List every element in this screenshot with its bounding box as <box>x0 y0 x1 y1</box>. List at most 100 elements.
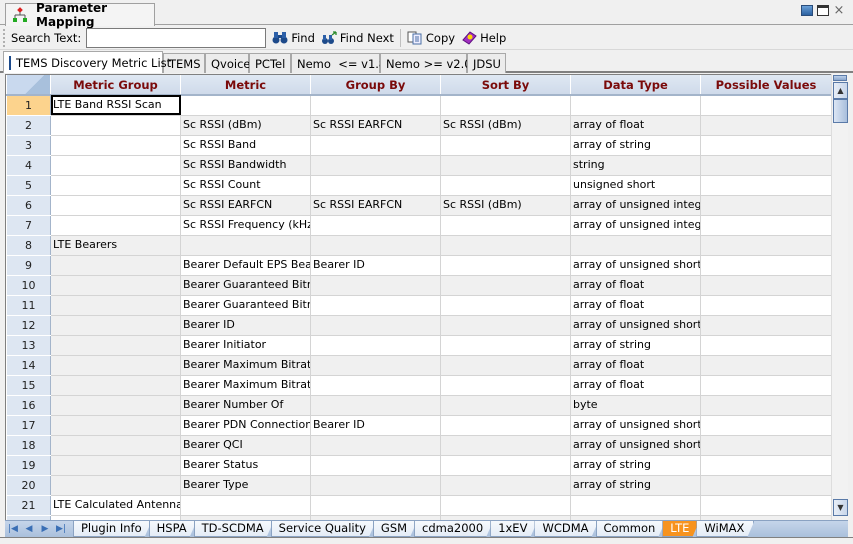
table-row[interactable]: 19 Bearer Status array of string <box>6 454 832 476</box>
possible-values-cell[interactable] <box>700 394 832 416</box>
sheet-tab-1xev[interactable]: 1xEV <box>490 521 537 537</box>
row-header[interactable]: 18 <box>6 434 51 456</box>
possible-values-cell[interactable] <box>700 414 832 436</box>
sort-by-cell[interactable] <box>440 254 571 276</box>
sheet-tab-common[interactable]: Common <box>596 521 666 537</box>
table-row[interactable]: 1 LTE Band RSSI Scan <box>6 94 832 116</box>
tab-tems-discovery-metric-list[interactable]: TEMS Discovery Metric List <box>3 51 171 73</box>
sort-by-cell[interactable] <box>440 314 571 336</box>
group-by-cell[interactable] <box>310 274 441 296</box>
sort-by-cell[interactable] <box>440 334 571 356</box>
sheet-tab-plugin-info[interactable]: Plugin Info <box>73 521 152 537</box>
group-by-cell[interactable] <box>310 314 441 336</box>
group-by-cell[interactable] <box>310 374 441 396</box>
data-type-cell[interactable]: array of unsigned integer <box>570 194 701 216</box>
column-header-sort-by[interactable]: Sort By <box>440 75 571 96</box>
metric-group-cell[interactable] <box>50 294 181 316</box>
sheet-tab-cdma2000[interactable]: cdma2000 <box>414 521 493 537</box>
data-type-cell[interactable] <box>570 94 701 116</box>
metric-cell[interactable]: Bearer Number Of <box>180 394 311 416</box>
possible-values-cell[interactable] <box>700 94 832 116</box>
metric-group-cell[interactable] <box>50 214 181 236</box>
possible-values-cell[interactable] <box>700 334 832 356</box>
metric-cell[interactable]: Bearer QCI <box>180 434 311 456</box>
group-by-cell[interactable]: Bearer ID <box>310 254 441 276</box>
scroll-up-arrow-icon[interactable]: ▲ <box>833 82 848 99</box>
metric-cell[interactable]: Bearer Maximum Bitrate D <box>180 354 311 376</box>
table-row[interactable]: 14 Bearer Maximum Bitrate D array of float <box>6 354 832 376</box>
sort-by-cell[interactable] <box>440 394 571 416</box>
row-header[interactable]: 14 <box>6 354 51 376</box>
group-by-cell[interactable] <box>310 234 441 256</box>
sheet-tab-hspa[interactable]: HSPA <box>149 521 197 537</box>
last-sheet-icon[interactable]: ▶| <box>53 521 69 537</box>
tab-pctel[interactable]: PCTel <box>249 53 291 73</box>
sort-by-cell[interactable] <box>440 474 571 496</box>
data-type-cell[interactable]: unsigned short <box>570 174 701 196</box>
data-type-cell[interactable]: array of string <box>570 334 701 356</box>
next-sheet-icon[interactable]: ▶ <box>37 521 53 537</box>
group-by-cell[interactable] <box>310 454 441 476</box>
metric-cell[interactable]: Bearer ID <box>180 314 311 336</box>
row-header[interactable]: 6 <box>6 194 51 216</box>
row-header[interactable]: 9 <box>6 254 51 276</box>
metric-cell[interactable]: Sc RSSI EARFCN <box>180 194 311 216</box>
metric-group-cell[interactable]: LTE Calculated Antenna C <box>50 494 181 516</box>
data-type-cell[interactable]: array of string <box>570 474 701 496</box>
group-by-cell[interactable] <box>310 474 441 496</box>
row-header[interactable]: 16 <box>6 394 51 416</box>
metric-group-cell[interactable] <box>50 194 181 216</box>
possible-values-cell[interactable] <box>700 274 832 296</box>
metric-cell[interactable] <box>180 494 311 516</box>
data-type-cell[interactable]: array of unsigned short <box>570 254 701 276</box>
metric-cell[interactable]: Bearer Initiator <box>180 334 311 356</box>
group-by-cell[interactable]: Sc RSSI EARFCN <box>310 114 441 136</box>
table-row[interactable]: 21 LTE Calculated Antenna C <box>6 494 832 516</box>
table-row[interactable]: 6 Sc RSSI EARFCN Sc RSSI EARFCN Sc RSSI (dB… <box>6 194 832 216</box>
group-by-cell[interactable] <box>310 174 441 196</box>
sheet-tab-td-scdma[interactable]: TD-SCDMA <box>194 521 274 537</box>
toolbar-grip[interactable] <box>3 28 6 47</box>
metric-group-cell[interactable] <box>50 414 181 436</box>
possible-values-cell[interactable] <box>700 254 832 276</box>
table-row[interactable]: 7 Sc RSSI Frequency (kHz) array of unsigne… <box>6 214 832 236</box>
group-by-cell[interactable] <box>310 354 441 376</box>
row-header[interactable]: 17 <box>6 414 51 436</box>
table-row[interactable]: 11 Bearer Guaranteed Bitrate array of floa… <box>6 294 832 316</box>
possible-values-cell[interactable] <box>700 474 832 496</box>
data-type-cell[interactable]: array of float <box>570 114 701 136</box>
data-type-cell[interactable]: array of string <box>570 134 701 156</box>
vertical-scrollbar[interactable]: ▲ ▼ <box>831 74 848 520</box>
metric-group-cell[interactable] <box>50 114 181 136</box>
metric-cell[interactable]: Bearer Guaranteed Bitrate <box>180 294 311 316</box>
table-row[interactable]: 10 Bearer Guaranteed Bitrate array of floa… <box>6 274 832 296</box>
table-row[interactable]: 16 Bearer Number Of byte <box>6 394 832 416</box>
restore-icon[interactable] <box>801 5 813 16</box>
data-type-cell[interactable]: array of unsigned short <box>570 434 701 456</box>
table-row[interactable]: 5 Sc RSSI Count unsigned short <box>6 174 832 196</box>
metric-group-cell[interactable]: LTE Band RSSI Scan <box>50 94 181 116</box>
table-row[interactable]: 12 Bearer ID array of unsigned short <box>6 314 832 336</box>
metric-group-cell[interactable] <box>50 374 181 396</box>
data-type-cell[interactable]: array of float <box>570 294 701 316</box>
sort-by-cell[interactable] <box>440 454 571 476</box>
tab-jdsu[interactable]: JDSU <box>467 53 506 73</box>
metric-group-cell[interactable] <box>50 134 181 156</box>
metric-cell[interactable]: Bearer Type <box>180 474 311 496</box>
metric-group-cell[interactable]: LTE Bearers <box>50 234 181 256</box>
metric-cell[interactable]: Bearer Guaranteed Bitrate <box>180 274 311 296</box>
possible-values-cell[interactable] <box>700 134 832 156</box>
group-by-cell[interactable] <box>310 434 441 456</box>
metric-group-cell[interactable] <box>50 174 181 196</box>
metric-group-cell[interactable] <box>50 274 181 296</box>
first-sheet-icon[interactable]: |◀ <box>5 521 21 537</box>
metric-group-cell[interactable] <box>50 434 181 456</box>
sort-by-cell[interactable] <box>440 174 571 196</box>
window-title-tab[interactable]: Parameter Mapping <box>5 1 155 29</box>
tab-nemo-v2[interactable]: Nemo >= v2.0 <box>380 53 472 73</box>
sheet-tab-gsm[interactable]: GSM <box>373 521 417 537</box>
sort-by-cell[interactable] <box>440 294 571 316</box>
sort-by-cell[interactable] <box>440 94 571 116</box>
sort-by-cell[interactable] <box>440 274 571 296</box>
possible-values-cell[interactable] <box>700 374 832 396</box>
